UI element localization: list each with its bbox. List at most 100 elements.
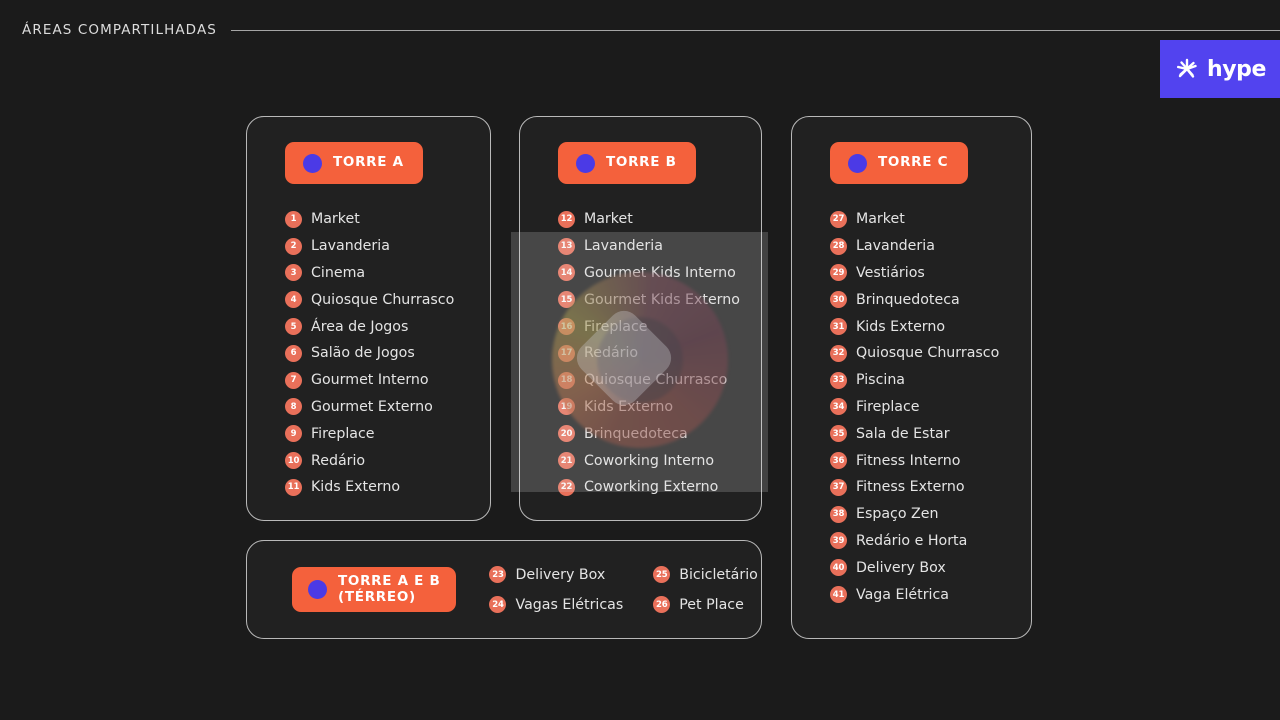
amenity-label: Quiosque Churrasco [311, 291, 455, 308]
amenity-item: 10 Redário [285, 447, 490, 474]
amenity-number-badge: 4 [285, 291, 302, 309]
tower-badge-label: TORRE A [333, 154, 404, 171]
amenity-number-badge: 33 [830, 371, 847, 389]
amenity-number-badge: 6 [285, 344, 302, 362]
amenity-number-badge: 29 [830, 264, 847, 282]
amenity-item: 23 Delivery Box [489, 563, 623, 587]
amenity-label: Redário e Horta [856, 532, 968, 549]
amenity-label: Brinquedoteca [856, 291, 960, 308]
amenity-label: Gourmet Interno [311, 372, 429, 389]
amenity-item: 5 Área de Jogos [285, 313, 490, 340]
amenity-item: 11 Kids Externo [285, 474, 490, 501]
tower-card-torre-a: TORRE A 1 Market 2 Lavanderia 3 Cinema 4 Quiosq… [246, 116, 491, 521]
amenity-item: 25 Bicicletário [653, 563, 758, 587]
amenity-item: 22 Coworking Externo [558, 474, 761, 501]
tower-dot-icon [576, 153, 595, 173]
amenity-item: 4 Quiosque Churrasco [285, 286, 490, 313]
amenity-number-badge: 14 [558, 264, 575, 282]
amenity-label: Fireplace [311, 425, 375, 442]
amenity-item: 35 Sala de Estar [830, 420, 1031, 447]
amenity-number-badge: 23 [489, 566, 507, 583]
amenity-item: 36 Fitness Interno [830, 447, 1031, 474]
amenity-label: Espaço Zen [856, 506, 939, 523]
amenity-number-badge: 2 [285, 237, 302, 255]
amenity-item: 24 Vagas Elétricas [489, 593, 623, 617]
amenity-item: 41 Vaga Elétrica [830, 581, 1031, 608]
amenity-label: Lavanderia [584, 238, 663, 255]
amenity-label: Redário [311, 452, 366, 469]
amenity-number-badge: 11 [285, 478, 302, 496]
amenity-item: 33 Piscina [830, 367, 1031, 394]
amenity-number-badge: 21 [558, 452, 575, 470]
amenity-item: 32 Quiosque Churrasco [830, 340, 1031, 367]
amenity-item: 12 Market [558, 206, 761, 233]
amenity-label: Market [311, 211, 360, 228]
amenity-label: Pet Place [679, 596, 744, 613]
amenity-number-badge: 25 [653, 566, 671, 583]
amenity-item: 13 Lavanderia [558, 233, 761, 260]
amenity-label: Área de Jogos [311, 318, 409, 335]
amenity-label: Market [856, 211, 905, 228]
tower-card-terreo: TORRE A E B (TÉRREO) 23 Delivery Box 24 Vag… [246, 540, 762, 639]
tower-badge-label: TORRE B [606, 154, 677, 171]
amenity-item: 34 Fireplace [830, 394, 1031, 421]
amenity-number-badge: 9 [285, 425, 302, 443]
tower-badge-torre-b[interactable]: TORRE B [558, 142, 696, 184]
amenity-label: Gourmet Externo [311, 398, 433, 415]
amenity-number-badge: 20 [558, 425, 575, 443]
amenity-label: Kids Externo [856, 318, 946, 335]
tower-dot-icon [303, 153, 322, 173]
amenity-label: Market [584, 211, 633, 228]
amenity-number-badge: 41 [830, 586, 847, 604]
amenity-number-badge: 8 [285, 398, 302, 416]
amenity-item: 6 Salão de Jogos [285, 340, 490, 367]
amenity-number-badge: 30 [830, 291, 847, 309]
amenity-number-badge: 27 [830, 210, 847, 228]
amenity-label: Cinema [311, 264, 366, 281]
amenity-number-badge: 40 [830, 559, 847, 577]
amenity-number-badge: 28 [830, 237, 847, 255]
amenity-number-badge: 36 [830, 452, 847, 470]
amenity-item: 37 Fitness Externo [830, 474, 1031, 501]
tower-badge-torre-a[interactable]: TORRE A [285, 142, 423, 184]
tower-badge-label: TORRE A E B (TÉRREO) [338, 572, 441, 605]
amenity-number-badge: 10 [285, 452, 302, 470]
amenity-label: Vestiários [856, 264, 925, 281]
amenity-item: 31 Kids Externo [830, 313, 1031, 340]
tower-badge-label: TORRE C [878, 154, 949, 171]
amenity-item: 1 Market [285, 206, 490, 233]
amenity-number-badge: 34 [830, 398, 847, 416]
amenity-number-badge: 24 [489, 596, 507, 613]
amenity-label: Fitness Externo [856, 479, 965, 496]
amenity-label: Coworking Interno [584, 452, 715, 469]
amenity-item: 2 Lavanderia [285, 233, 490, 260]
amenity-list-torre-c: 27 Market 28 Lavanderia 29 Vestiários 30 Brinqu… [830, 206, 1031, 608]
amenity-number-badge: 38 [830, 505, 847, 523]
terreo-amenity-columns: 23 Delivery Box 24 Vagas Elétricas 25 Bicicl… [489, 563, 758, 617]
amenity-number-badge: 7 [285, 371, 302, 389]
amenity-item: 8 Gourmet Externo [285, 394, 490, 421]
amenity-item: 26 Pet Place [653, 593, 758, 617]
tower-badge-torre-c[interactable]: TORRE C [830, 142, 968, 184]
amenity-item: 9 Fireplace [285, 420, 490, 447]
amenity-number-badge: 39 [830, 532, 847, 550]
amenity-item: 3 Cinema [285, 260, 490, 287]
amenity-label: Bicicletário [679, 566, 758, 583]
amenity-item: 7 Gourmet Interno [285, 367, 490, 394]
amenity-item: 38 Espaço Zen [830, 501, 1031, 528]
amenity-number-badge: 37 [830, 478, 847, 496]
amenity-label: Salão de Jogos [311, 345, 415, 362]
amenity-label: Kids Externo [311, 479, 401, 496]
amenity-list-terreo-right: 25 Bicicletário 26 Pet Place [653, 563, 758, 617]
amenity-label: Fireplace [856, 398, 920, 415]
amenity-label: Fitness Interno [856, 452, 961, 469]
amenity-list-terreo-left: 23 Delivery Box 24 Vagas Elétricas [489, 563, 623, 617]
amenity-item: 28 Lavanderia [830, 233, 1031, 260]
tower-dot-icon [308, 580, 327, 599]
tower-dot-icon [848, 153, 867, 173]
amenity-label: Coworking Externo [584, 479, 719, 496]
amenity-item: 21 Coworking Interno [558, 447, 761, 474]
amenity-label: Vagas Elétricas [515, 596, 624, 613]
tower-badge-terreo[interactable]: TORRE A E B (TÉRREO) [292, 567, 457, 612]
amenity-number-badge: 1 [285, 210, 302, 228]
